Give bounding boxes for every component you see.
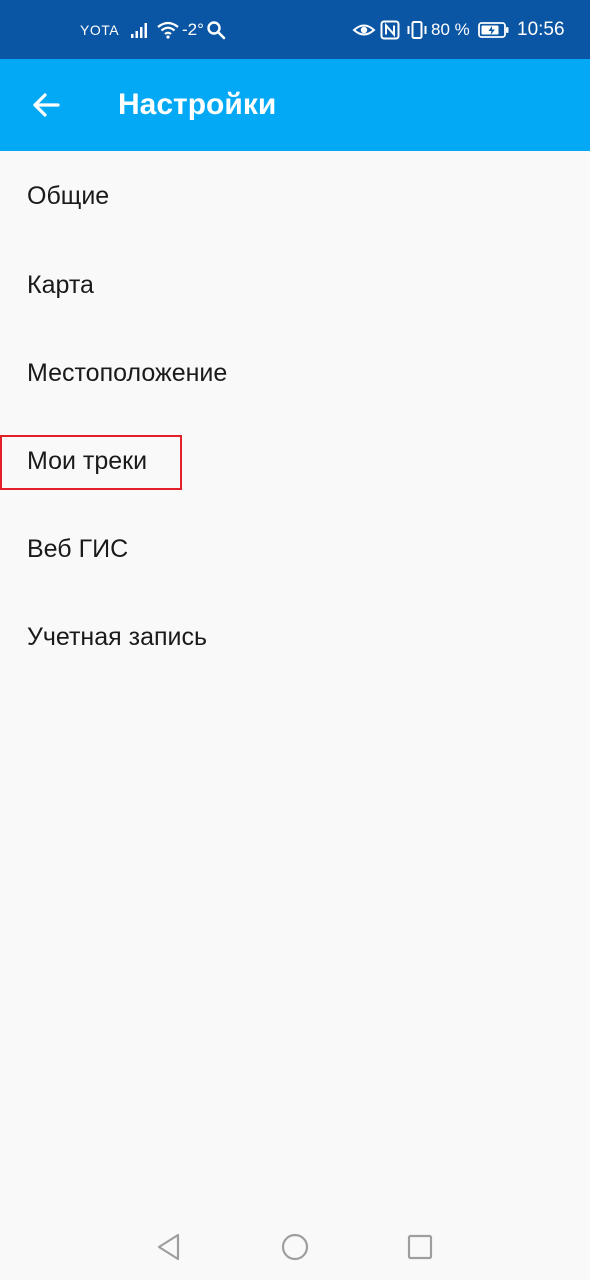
- settings-list: Общие Карта Местоположение Мои треки Веб…: [0, 151, 590, 681]
- settings-item-general[interactable]: Общие: [0, 151, 590, 241]
- settings-item-web-gis[interactable]: Веб ГИС: [0, 505, 590, 593]
- signal-icon: [130, 0, 152, 59]
- nav-back-icon: [156, 1233, 182, 1261]
- settings-item-location[interactable]: Местоположение: [0, 329, 590, 417]
- battery-icon: [478, 0, 510, 59]
- nav-recents-button[interactable]: [395, 1222, 445, 1272]
- system-nav-bar: [0, 1212, 590, 1280]
- vibrate-icon: [405, 0, 429, 59]
- nav-back-button[interactable]: [144, 1222, 194, 1272]
- eye-icon: [352, 0, 376, 59]
- wifi-icon: [156, 0, 180, 59]
- settings-item-my-tracks[interactable]: Мои треки: [0, 417, 590, 505]
- back-button[interactable]: [20, 79, 72, 131]
- temperature-label: -2°: [182, 19, 204, 39]
- nfc-icon: [380, 0, 400, 59]
- status-bar: YOTA -2° 80 % 10:56: [0, 0, 590, 59]
- search-icon: [206, 0, 226, 59]
- arrow-left-icon: [31, 90, 61, 120]
- app-bar: Настройки: [0, 59, 590, 151]
- page-title: Настройки: [118, 88, 277, 121]
- clock-label: 10:56: [517, 18, 565, 40]
- carrier-label: YOTA: [80, 21, 120, 38]
- nav-home-button[interactable]: [270, 1222, 320, 1272]
- settings-item-map[interactable]: Карта: [0, 241, 590, 329]
- settings-item-account[interactable]: Учетная запись: [0, 593, 590, 681]
- nav-home-icon: [281, 1233, 309, 1261]
- battery-percent-label: 80 %: [431, 19, 470, 39]
- nav-recents-icon: [407, 1234, 433, 1260]
